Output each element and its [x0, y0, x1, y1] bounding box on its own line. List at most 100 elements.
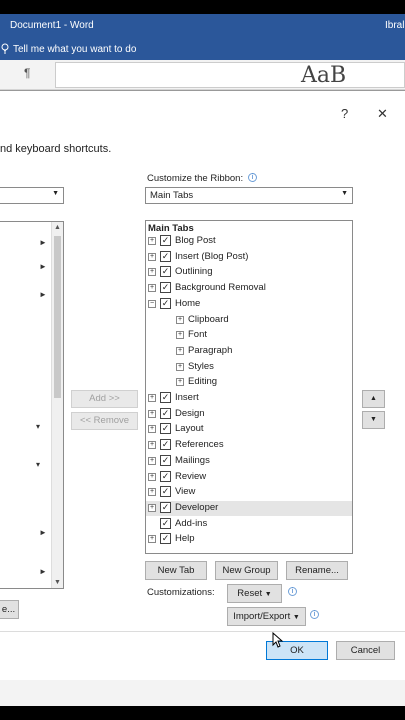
cancel-button[interactable]: Cancel: [336, 641, 395, 660]
tree-item-label: Editing: [188, 376, 218, 388]
expand-icon[interactable]: +: [148, 237, 156, 245]
expand-icon[interactable]: +: [148, 252, 156, 261]
collapse-icon[interactable]: −: [148, 299, 156, 308]
tree-item[interactable]: + ✓ Design: [146, 407, 352, 422]
tree-item[interactable]: + ✓ Blog Post: [146, 234, 352, 249]
scroll-up-icon[interactable]: ▲: [54, 224, 61, 231]
tab-checkbox[interactable]: ✓: [160, 235, 171, 246]
tree-item-label: Insert: [175, 392, 199, 403]
dropdown-box-icon: ▾: [36, 422, 41, 431]
expand-icon[interactable]: +: [148, 503, 156, 512]
tree-item[interactable]: + ✓ Insert (Blog Post): [146, 250, 352, 265]
user-name[interactable]: Ibral: [385, 20, 404, 31]
show-formatting-icon[interactable]: ¶: [24, 66, 30, 80]
expand-icon[interactable]: +: [148, 488, 156, 497]
add-button[interactable]: Add >>: [71, 390, 138, 408]
tree-item[interactable]: + ✓ Mailings: [146, 454, 352, 469]
styles-preview-text: AaB: [301, 63, 347, 88]
tab-checkbox[interactable]: ✓: [160, 423, 171, 435]
help-button[interactable]: ?: [341, 106, 348, 121]
tree-item[interactable]: + ✓ Developer: [146, 500, 352, 516]
tree-item[interactable]: + ✓ Layout: [146, 422, 352, 437]
tell-me-bar[interactable]: Tell me what you want to do: [0, 38, 405, 60]
ribbon-tabs-tree[interactable]: Main Tabs + ✓ Blog Post + ✓ Insert (Blog Post…: [145, 220, 353, 554]
tab-checkbox[interactable]: ✓: [160, 486, 171, 498]
reset-button[interactable]: Reset ▼: [227, 584, 282, 603]
tab-checkbox[interactable]: ✓: [160, 439, 171, 451]
customize-ribbon-combo[interactable]: Main Tabs ▼: [145, 187, 353, 204]
tree-item[interactable]: + Clipboard: [146, 313, 352, 328]
tree-item[interactable]: + Styles: [146, 360, 352, 375]
scroll-thumb[interactable]: [54, 236, 61, 398]
expand-icon[interactable]: +: [176, 362, 184, 371]
tree-item[interactable]: + Paragraph: [146, 344, 352, 359]
tree-item-label: Blog Post: [175, 235, 216, 246]
tab-checkbox[interactable]: ✓: [160, 297, 171, 309]
tab-checkbox[interactable]: ✓: [160, 392, 171, 403]
move-down-button[interactable]: ▼: [362, 411, 385, 429]
tree-item[interactable]: + ✓ Review: [146, 470, 352, 485]
tab-checkbox[interactable]: ✓: [160, 454, 171, 466]
tree-item-label: Paragraph: [188, 344, 233, 356]
expand-icon[interactable]: +: [148, 268, 156, 277]
remove-button[interactable]: << Remove: [71, 412, 138, 430]
commands-scrollbar[interactable]: ▲ ▼: [51, 222, 63, 588]
tree-item-label: Outlining: [175, 266, 213, 278]
styles-gallery[interactable]: AaB: [55, 62, 405, 88]
expand-icon[interactable]: +: [148, 284, 156, 293]
expand-icon[interactable]: +: [176, 315, 184, 324]
tree-item[interactable]: + Editing: [146, 375, 352, 390]
choose-commands-combo[interactable]: ▼: [0, 187, 64, 204]
tab-checkbox[interactable]: ✓: [160, 407, 171, 419]
close-button[interactable]: ✕: [377, 106, 388, 122]
expand-icon[interactable]: +: [148, 425, 156, 434]
tree-item[interactable]: + ✓ References: [146, 438, 352, 453]
tree-item-label: Background Removal: [175, 282, 266, 294]
tab-checkbox[interactable]: ✓: [160, 533, 171, 545]
info-icon: i: [248, 173, 257, 182]
tab-checkbox[interactable]: ✓: [160, 501, 171, 513]
tell-me-text[interactable]: Tell me what you want to do: [13, 44, 136, 55]
customize-ribbon-value: Main Tabs: [150, 190, 194, 201]
mouse-pointer-icon: [272, 632, 284, 648]
tab-checkbox[interactable]: ✓: [160, 282, 171, 294]
expand-icon[interactable]: +: [148, 394, 156, 402]
chevron-down-icon: ▼: [292, 614, 300, 621]
submenu-arrow-icon: ►: [39, 567, 47, 576]
expand-icon[interactable]: +: [148, 535, 156, 544]
scroll-down-icon[interactable]: ▼: [54, 579, 61, 586]
tree-item-label: Home: [175, 297, 201, 309]
tab-checkbox[interactable]: ✓: [160, 266, 171, 278]
tree-item[interactable]: + ✓ View: [146, 485, 352, 500]
move-up-button[interactable]: ▲: [362, 390, 385, 408]
title-bar: Document1 - Word Ibral: [0, 14, 405, 38]
expand-icon[interactable]: +: [148, 472, 156, 481]
tree-item[interactable]: + ✓ Background Removal: [146, 281, 352, 296]
tree-item[interactable]: ✓ Add-ins: [146, 517, 352, 532]
commands-list[interactable]: ► ► ► ▾ ▾ ► ► ▲ ▼: [0, 221, 64, 589]
tree-item[interactable]: + ✓ Help: [146, 532, 352, 547]
chevron-down-icon: ▼: [52, 190, 59, 197]
tab-checkbox[interactable]: ✓: [160, 470, 171, 482]
tree-item[interactable]: + ✓ Outlining: [146, 265, 352, 280]
new-group-button[interactable]: New Group: [215, 561, 278, 580]
keyboard-shortcuts-button[interactable]: e...: [0, 600, 19, 619]
tree-item[interactable]: − ✓ Home: [146, 297, 352, 312]
expand-icon[interactable]: +: [176, 378, 184, 387]
tree-header: Main Tabs: [148, 223, 194, 234]
rename-button[interactable]: Rename...: [286, 561, 348, 580]
expand-icon[interactable]: +: [176, 346, 184, 355]
tree-item[interactable]: + Font: [146, 328, 352, 343]
expand-icon[interactable]: +: [148, 441, 156, 450]
import-export-button[interactable]: Import/Export ▼: [227, 607, 306, 626]
tab-checkbox[interactable]: ✓: [160, 517, 171, 529]
ribbon: ¶ AaB: [0, 60, 405, 90]
tree-item[interactable]: + ✓ Insert: [146, 391, 352, 406]
tree-item-label: Design: [175, 407, 205, 419]
expand-icon[interactable]: +: [148, 409, 156, 418]
expand-icon[interactable]: +: [176, 331, 184, 340]
tab-checkbox[interactable]: ✓: [160, 250, 171, 262]
submenu-arrow-icon: ►: [39, 262, 47, 271]
new-tab-button[interactable]: New Tab: [145, 561, 207, 580]
expand-icon[interactable]: +: [148, 456, 156, 465]
